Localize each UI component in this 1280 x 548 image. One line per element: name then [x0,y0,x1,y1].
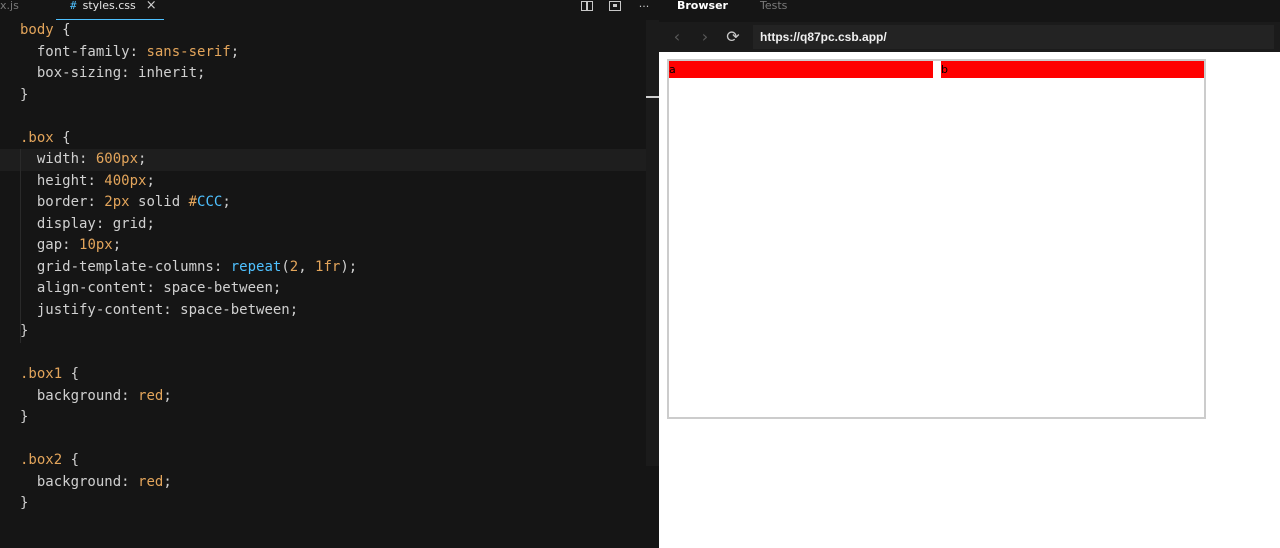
code-line: background: red; [36,387,172,404]
tab-browser[interactable]: Browser [677,0,728,12]
code-line: } [20,495,29,511]
tab-previous-file[interactable]: x.js [0,0,56,20]
tab-previous-label: x.js [0,0,19,12]
open-preview-icon[interactable] [609,1,623,13]
code-line: .box { [20,129,71,146]
grid-item-box2: b [941,61,1204,78]
code-line: } [20,409,29,425]
tab-styles-css[interactable]: # styles.css × [56,0,164,20]
editor-actions: ··· [581,0,651,14]
code-line: } [0,321,646,343]
code-line: box-sizing: inherit; [36,65,206,81]
url-input[interactable]: https://q87pc.csb.app/ [753,25,1274,49]
code-editor-pane: x.js # styles.css × ··· body { font-fami… [0,0,659,548]
editor-tab-bar: x.js # styles.css × ··· [0,0,659,20]
forward-arrow-icon[interactable]: › [697,28,713,46]
browser-pane: Browser Tests ‹ › ⟳ https://q87pc.csb.ap… [659,0,1280,548]
close-tab-icon[interactable]: × [146,0,157,12]
reload-icon[interactable]: ⟳ [725,28,741,46]
code-line: .box2 { [20,452,80,468]
split-editor-icon[interactable] [581,1,595,13]
css-file-icon: # [70,0,77,12]
code-line: } [20,86,29,103]
code-line: height: 400px; [0,170,646,192]
code-line: body { [20,22,71,38]
grid-box: a b [667,59,1206,419]
back-arrow-icon[interactable]: ‹ [669,28,685,46]
browser-tab-bar: Browser Tests [659,0,1280,22]
code-line: font-family: sans-serif; [36,43,240,60]
code-line: align-content: space-between; [0,278,646,300]
code-line: justify-content: space-between; [0,299,646,321]
code-line: .box1 { [20,366,80,382]
browser-viewport: a b [659,52,1280,548]
grid-item-box1: a [669,61,933,78]
code-line: background: red; [36,473,172,490]
code-area[interactable]: body { font-family: sans-serif; box-sizi… [0,20,646,548]
tab-tests[interactable]: Tests [760,0,787,12]
code-line: border: 2px solid #CCC; [0,192,646,214]
editor-scrollbar[interactable] [646,20,659,466]
code-line: gap: 10px; [0,235,646,257]
code-line: display: grid; [0,213,646,235]
code-line: grid-template-columns: repeat(2, 1fr); [0,256,646,278]
code-line: width: 600px; [0,149,646,171]
browser-address-bar: ‹ › ⟳ https://q87pc.csb.app/ [659,22,1280,52]
scrollbar-cursor-marker [646,96,659,98]
more-actions-icon[interactable]: ··· [637,1,651,13]
tab-active-label: styles.css [82,0,136,12]
